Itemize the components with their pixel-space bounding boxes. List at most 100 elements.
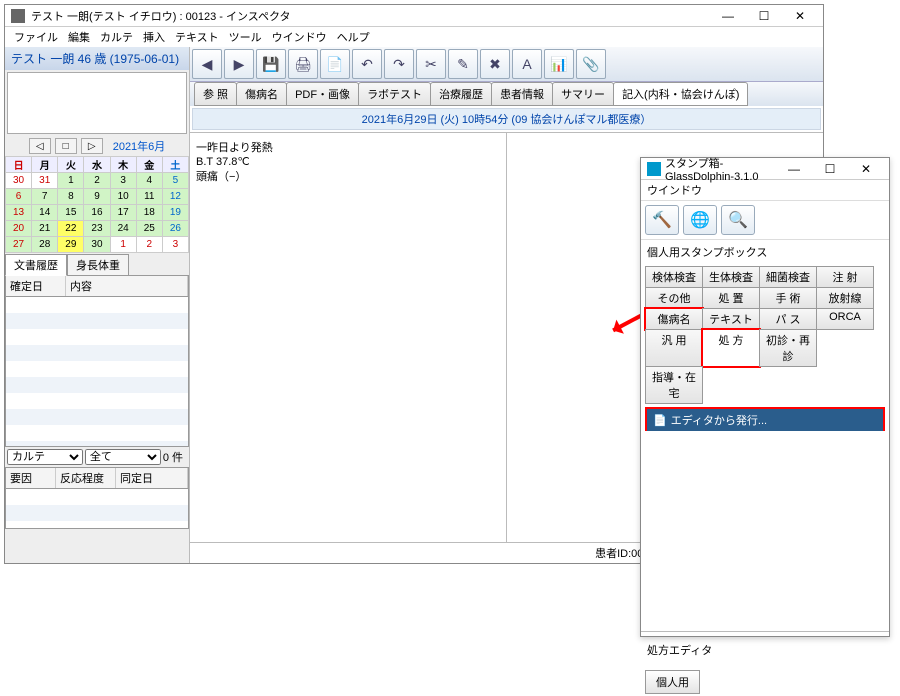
edit-button[interactable]: ✎	[448, 49, 478, 79]
new-button[interactable]: 📄	[320, 49, 350, 79]
stamp-tab-personal[interactable]: 個人用	[645, 670, 700, 694]
delete-button[interactable]: ✖	[480, 49, 510, 79]
font-button[interactable]: A	[512, 49, 542, 79]
stamp-tab[interactable]: 汎 用	[645, 329, 703, 367]
search-icon[interactable]: 🔍	[721, 205, 755, 235]
stamp-titlebar[interactable]: スタンプ箱-GlassDolphin-3.1.0 — ☐ ✕	[641, 158, 889, 180]
back-button[interactable]: ◀	[192, 49, 222, 79]
stamp-tab[interactable]: テキスト	[702, 308, 760, 330]
stamp-tab[interactable]: パ ス	[759, 308, 817, 330]
calendar-day[interactable]: 6	[6, 189, 32, 205]
maximize-button[interactable]: ☐	[747, 7, 781, 25]
chart-button[interactable]: 📊	[544, 49, 574, 79]
calendar-day[interactable]: 3	[110, 173, 136, 189]
save-button[interactable]: 💾	[256, 49, 286, 79]
cal-next-button[interactable]: ▷	[81, 138, 103, 154]
close-button[interactable]: ✕	[783, 7, 817, 25]
col-cause[interactable]: 要因	[6, 468, 56, 488]
stamp-tab[interactable]: 傷病名	[645, 308, 703, 330]
undo-button[interactable]: ↶	[352, 49, 382, 79]
stamp-maximize-button[interactable]: ☐	[813, 160, 847, 178]
filter-all-select[interactable]: 全て	[85, 449, 161, 465]
titlebar[interactable]: テスト 一朗(テスト イチロウ) : 00123 - インスペクタ — ☐ ✕	[5, 5, 823, 27]
calendar-day[interactable]: 28	[32, 237, 58, 253]
cal-today-button[interactable]: □	[55, 138, 77, 154]
menu-edit[interactable]: 編集	[65, 27, 93, 47]
col-date[interactable]: 確定日	[6, 276, 66, 296]
calendar-day[interactable]: 11	[136, 189, 162, 205]
calendar-day[interactable]: 15	[58, 205, 84, 221]
stamp-tab[interactable]: 処 方	[702, 329, 760, 367]
content-tab[interactable]: 治療履歴	[430, 82, 492, 106]
col-reaction[interactable]: 反応程度	[56, 468, 116, 488]
calendar-day[interactable]: 4	[136, 173, 162, 189]
doc-list[interactable]	[5, 297, 189, 447]
stamp-close-button[interactable]: ✕	[849, 160, 883, 178]
calendar-day[interactable]: 27	[6, 237, 32, 253]
stamp-minimize-button[interactable]: —	[777, 160, 811, 178]
forward-button[interactable]: ▶	[224, 49, 254, 79]
content-tab[interactable]: 記入(内科・協会けんぽ)	[613, 82, 748, 106]
calendar-day[interactable]: 19	[162, 205, 188, 221]
menu-file[interactable]: ファイル	[11, 27, 61, 47]
stamp-tab[interactable]: 検体検査	[645, 266, 703, 288]
calendar-day[interactable]: 21	[32, 221, 58, 237]
calendar-day[interactable]: 29	[58, 237, 84, 253]
calendar-day[interactable]: 2	[84, 173, 110, 189]
calendar-day[interactable]: 31	[32, 173, 58, 189]
stamp-tab[interactable]: 手 術	[759, 287, 817, 309]
calendar-day[interactable]: 14	[32, 205, 58, 221]
col-iddate[interactable]: 同定日	[116, 468, 188, 488]
calendar-day[interactable]: 3	[162, 237, 188, 253]
calendar-day[interactable]: 20	[6, 221, 32, 237]
stamp-tab[interactable]: 指導・在宅	[645, 366, 703, 404]
calendar-day[interactable]: 16	[84, 205, 110, 221]
stamp-menu-window[interactable]: ウインドウ	[641, 180, 889, 201]
calendar-day[interactable]: 24	[110, 221, 136, 237]
globe-icon[interactable]: 🌐	[683, 205, 717, 235]
calendar-day[interactable]: 13	[6, 205, 32, 221]
cut-button[interactable]: ✂	[416, 49, 446, 79]
content-tab[interactable]: サマリー	[552, 82, 614, 106]
calendar-day[interactable]: 1	[110, 237, 136, 253]
content-tab[interactable]: 患者情報	[491, 82, 553, 106]
calendar-day[interactable]: 26	[162, 221, 188, 237]
stamp-tab[interactable]: 処 置	[702, 287, 760, 309]
calendar-day[interactable]: 5	[162, 173, 188, 189]
menu-text[interactable]: テキスト	[172, 27, 222, 47]
calendar-day[interactable]: 25	[136, 221, 162, 237]
menu-karte[interactable]: カルテ	[97, 27, 136, 47]
tab-doc-history[interactable]: 文書履歴	[5, 254, 67, 276]
col-content[interactable]: 内容	[66, 276, 188, 296]
calendar-day[interactable]: 9	[84, 189, 110, 205]
stamp-tab[interactable]: 生体検査	[702, 266, 760, 288]
menu-insert[interactable]: 挿入	[140, 27, 168, 47]
content-tab[interactable]: PDF・画像	[286, 82, 359, 106]
hammer-icon[interactable]: 🔨	[645, 205, 679, 235]
minimize-button[interactable]: —	[711, 7, 745, 25]
menu-window[interactable]: ウインドウ	[269, 27, 330, 47]
calendar-day[interactable]: 30	[84, 237, 110, 253]
allergy-list[interactable]	[5, 489, 189, 529]
attach-button[interactable]: 📎	[576, 49, 606, 79]
cal-prev-button[interactable]: ◁	[29, 138, 51, 154]
content-tab[interactable]: 参 照	[194, 82, 237, 106]
memo-area[interactable]	[7, 72, 187, 134]
calendar-day[interactable]: 10	[110, 189, 136, 205]
stamp-tab[interactable]: 注 射	[816, 266, 874, 288]
stamp-tab[interactable]: 細菌検査	[759, 266, 817, 288]
calendar-day[interactable]: 8	[58, 189, 84, 205]
menu-tool[interactable]: ツール	[226, 27, 265, 47]
stamp-tab[interactable]: 初診・再診	[759, 329, 817, 367]
redo-button[interactable]: ↷	[384, 49, 414, 79]
calendar-day[interactable]: 17	[110, 205, 136, 221]
calendar-day[interactable]: 23	[84, 221, 110, 237]
print-button[interactable]: 🖨	[288, 49, 318, 79]
calendar-day[interactable]: 1	[58, 173, 84, 189]
calendar-day[interactable]: 7	[32, 189, 58, 205]
calendar[interactable]: 日月火水木金土303112345678910111213141516171819…	[5, 156, 189, 253]
content-tab[interactable]: 傷病名	[236, 82, 287, 106]
calendar-day[interactable]: 12	[162, 189, 188, 205]
calendar-day[interactable]: 30	[6, 173, 32, 189]
calendar-day[interactable]: 22	[58, 221, 84, 237]
